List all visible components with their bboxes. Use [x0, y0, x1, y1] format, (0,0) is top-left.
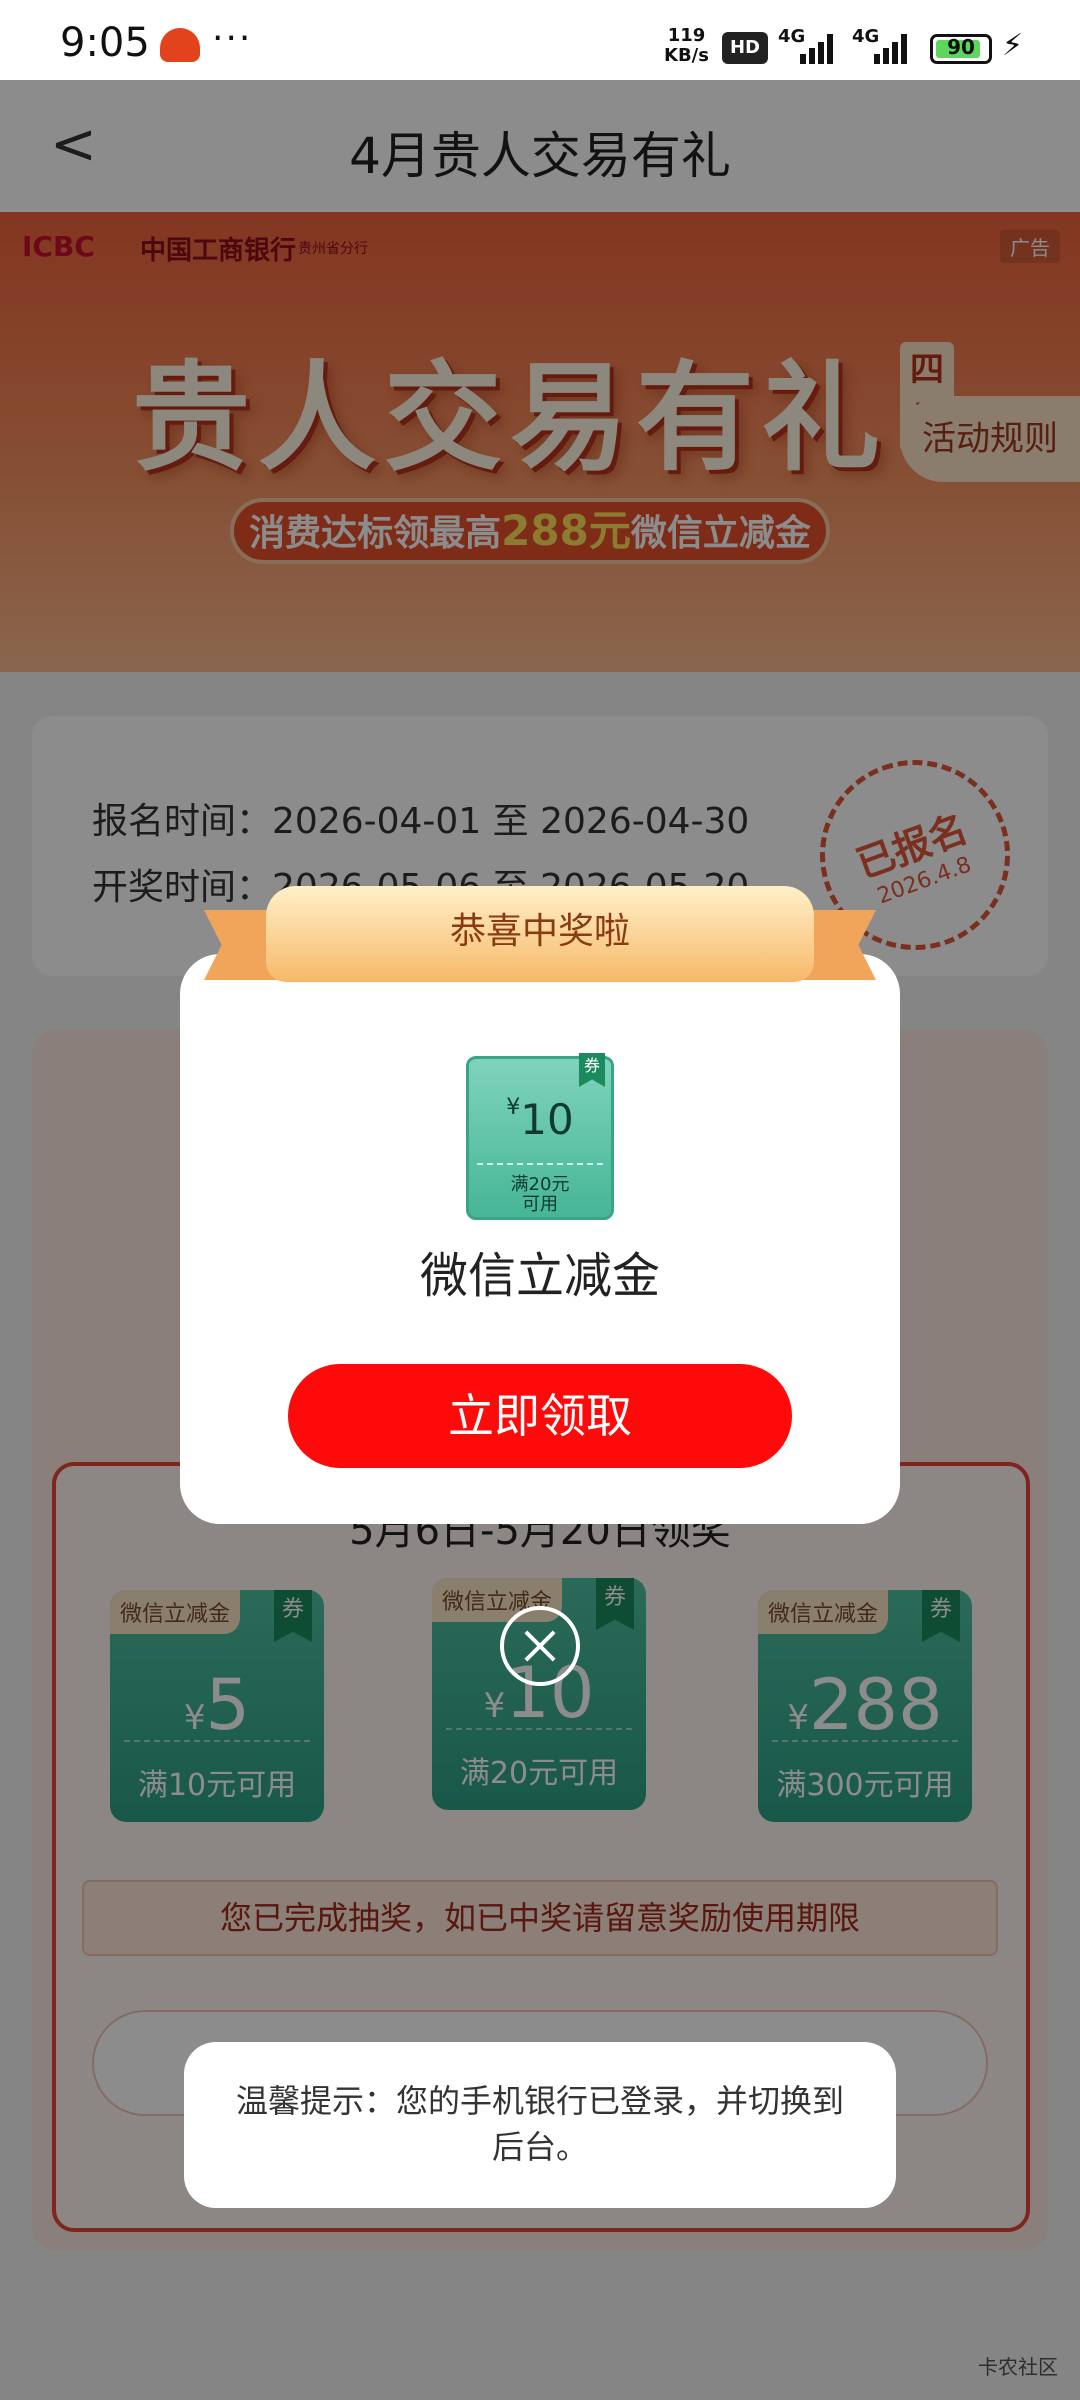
- status-time: 9:05: [60, 20, 150, 66]
- close-icon[interactable]: [500, 1606, 580, 1686]
- signal-bars-1-icon: [800, 34, 836, 64]
- prize-coupon-amount: 10: [520, 1095, 574, 1144]
- toast-message: 温馨提示：您的手机银行已登录，并切换到后台。: [184, 2042, 896, 2208]
- signal-bars-2-icon: [874, 34, 910, 64]
- prize-name: 微信立减金: [419, 1248, 660, 1304]
- prize-coupon-icon: 券 ¥10 满20元 可用: [466, 1053, 614, 1220]
- prize-coupon-value: ¥10: [469, 1095, 611, 1144]
- prize-coupon-condition: 满20元 可用: [469, 1175, 611, 1215]
- network-speed-unit: KB/s: [664, 45, 709, 66]
- win-title: 恭喜中奖啦: [266, 886, 814, 982]
- prize-coupon-divider: [477, 1163, 603, 1165]
- prize-coupon-condition-line-2: 可用: [522, 1194, 558, 1215]
- battery-icon: 90: [930, 34, 992, 64]
- charging-icon: ⚡: [1002, 28, 1024, 63]
- battery-level: 90: [947, 35, 975, 59]
- claim-now-button[interactable]: 立即领取: [288, 1364, 792, 1468]
- app-notification-icon: [160, 28, 200, 62]
- prize-coupon-condition-line-1: 满20元: [510, 1174, 570, 1195]
- hd-voice-icon: HD: [722, 32, 768, 64]
- network-speed-value: 119: [667, 25, 706, 46]
- coupon-flag-icon: 券: [579, 1053, 605, 1087]
- status-bar: 9:05 ··· 119 KB/s HD 4G 4G 90 ⚡: [0, 0, 1080, 80]
- prize-coupon-currency: ¥: [506, 1095, 521, 1120]
- more-notifications-icon: ···: [212, 18, 253, 59]
- win-ribbon: 恭喜中奖啦: [204, 880, 876, 990]
- network-speed: 119 KB/s: [664, 26, 709, 66]
